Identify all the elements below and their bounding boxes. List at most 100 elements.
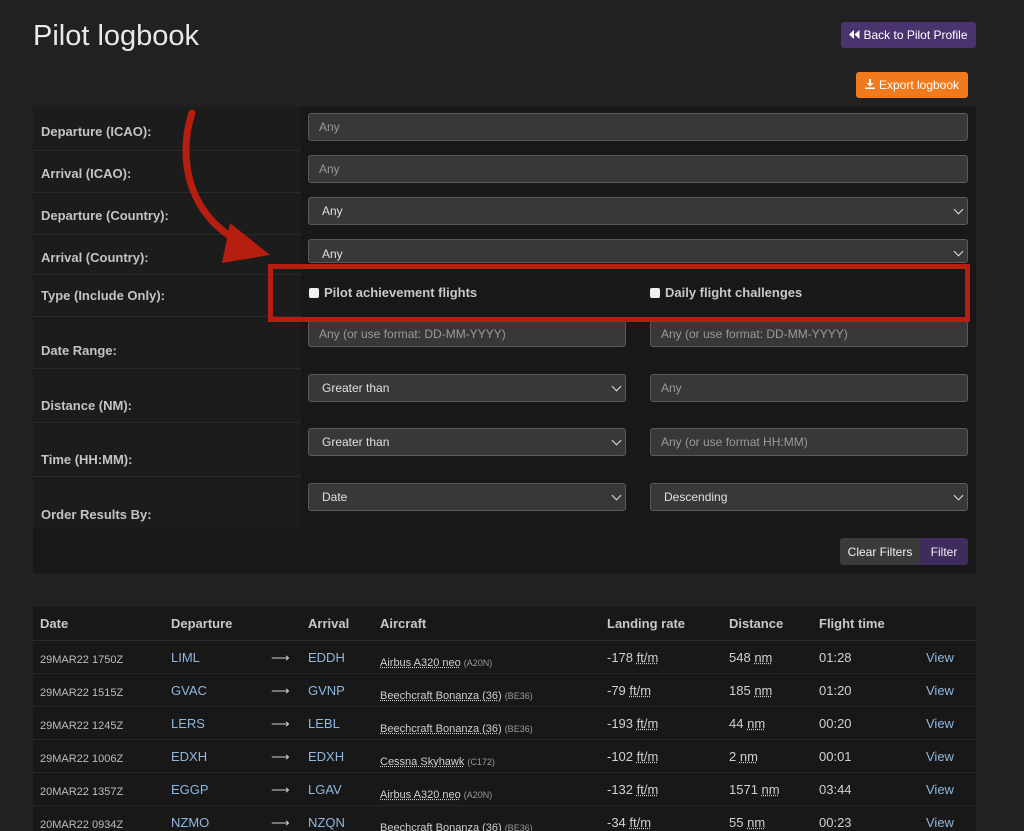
th-aircraft: Aircraft — [380, 616, 426, 631]
aircraft-code: (A20N) — [464, 658, 493, 668]
chevron-down-icon — [612, 491, 622, 501]
chevron-down-icon — [612, 436, 622, 446]
row-view-link[interactable]: View — [926, 782, 954, 797]
aircraft-code: (A20N) — [464, 790, 493, 800]
row-aircraft: Cessna Skyhawk (C172) — [380, 753, 495, 768]
row-distance: 55 nm — [729, 815, 765, 830]
export-button-label: Export logbook — [879, 78, 959, 92]
row-arrival-link[interactable]: GVNP — [308, 683, 345, 698]
row-divider — [33, 368, 301, 369]
departure-icao-input[interactable]: Any — [308, 113, 968, 141]
chevron-down-icon — [954, 491, 964, 501]
row-divider — [33, 422, 301, 423]
row-divider — [33, 476, 301, 477]
download-icon — [865, 78, 875, 92]
arrival-country-select[interactable]: Any — [308, 239, 968, 263]
distance-value-input[interactable]: Any — [650, 374, 968, 402]
time-label: Time (HH:MM): — [41, 452, 132, 467]
row-departure-link[interactable]: GVAC — [171, 683, 207, 698]
rate-unit: ft/m — [629, 815, 651, 830]
order-field-select[interactable]: Date — [308, 483, 626, 511]
row-divider — [33, 274, 301, 275]
row-arrival-link[interactable]: LGAV — [308, 782, 342, 797]
arrow-right-icon: ⟶ — [271, 716, 290, 732]
row-flight-time: 03:44 — [819, 782, 852, 797]
row-departure-link[interactable]: EGGP — [171, 782, 209, 797]
export-logbook-button[interactable]: Export logbook — [856, 72, 968, 98]
th-distance: Distance — [729, 616, 783, 631]
row-view-link[interactable]: View — [926, 650, 954, 665]
aircraft-code: (BE36) — [505, 823, 533, 831]
chevron-down-icon — [612, 382, 622, 392]
back-to-profile-button[interactable]: Back to Pilot Profile — [841, 22, 976, 48]
aircraft-code: (C172) — [467, 757, 495, 767]
departure-country-select[interactable]: Any — [308, 197, 968, 225]
aircraft-name: Beechcraft Bonanza (36) — [380, 723, 502, 735]
highlight-box — [268, 264, 970, 322]
row-arrival-link[interactable]: EDXH — [308, 749, 344, 764]
row-arrival-link[interactable]: EDDH — [308, 650, 345, 665]
departure-icao-label: Departure (ICAO): — [41, 124, 152, 139]
arrival-country-label: Arrival (Country): — [41, 250, 149, 265]
aircraft-name: Airbus A320 neo — [380, 657, 461, 669]
rate-unit: ft/m — [637, 650, 659, 665]
distance-unit: nm — [747, 815, 765, 830]
clear-filters-button[interactable]: Clear Filters — [840, 538, 920, 565]
row-view-link[interactable]: View — [926, 716, 954, 731]
order-direction-select[interactable]: Descending — [650, 483, 968, 511]
row-distance: 548 nm — [729, 650, 772, 665]
distance-unit: nm — [740, 749, 758, 764]
aircraft-name: Cessna Skyhawk — [380, 756, 464, 768]
distance-value: 548 — [729, 650, 751, 665]
th-date: Date — [40, 616, 68, 631]
row-aircraft: Beechcraft Bonanza (36) (BE36) — [380, 687, 533, 702]
row-date: 20MAR22 1357Z — [40, 786, 123, 798]
row-aircraft: Beechcraft Bonanza (36) (BE36) — [380, 819, 533, 831]
arrival-icao-input[interactable]: Any — [308, 155, 968, 183]
departure-country-value: Any — [322, 204, 343, 218]
row-departure-link[interactable]: EDXH — [171, 749, 207, 764]
row-view-link[interactable]: View — [926, 815, 954, 830]
row-landing-rate: -79 ft/m — [607, 683, 651, 698]
row-date: 29MAR22 1515Z — [40, 687, 123, 699]
row-arrival-link[interactable]: LEBL — [308, 716, 340, 731]
row-departure-link[interactable]: LIML — [171, 650, 200, 665]
row-flight-time: 00:20 — [819, 716, 852, 731]
back-button-label: Back to Pilot Profile — [863, 28, 967, 42]
filter-button[interactable]: Filter — [920, 538, 968, 565]
arrow-right-icon: ⟶ — [271, 782, 290, 798]
departure-country-label: Departure (Country): — [41, 208, 169, 223]
row-aircraft: Beechcraft Bonanza (36) (BE36) — [380, 720, 533, 735]
row-flight-time: 00:01 — [819, 749, 852, 764]
time-operator-select[interactable]: Greater than — [308, 428, 626, 456]
th-landing-rate: Landing rate — [607, 616, 685, 631]
arrow-right-icon: ⟶ — [271, 749, 290, 765]
row-landing-rate: -132 ft/m — [607, 782, 658, 797]
row-flight-time: 00:23 — [819, 815, 852, 830]
row-view-link[interactable]: View — [926, 749, 954, 764]
row-landing-rate: -178 ft/m — [607, 650, 658, 665]
row-flight-time: 01:28 — [819, 650, 852, 665]
distance-operator-select[interactable]: Greater than — [308, 374, 626, 402]
row-arrival-link[interactable]: NZQN — [308, 815, 345, 830]
order-direction-value: Descending — [664, 490, 727, 504]
rate-unit: ft/m — [629, 683, 651, 698]
arrival-country-value: Any — [322, 247, 343, 261]
row-landing-rate: -193 ft/m — [607, 716, 658, 731]
distance-value: 44 — [729, 716, 743, 731]
distance-value: 55 — [729, 815, 743, 830]
distance-value: 2 — [729, 749, 736, 764]
row-date: 29MAR22 1750Z — [40, 654, 123, 666]
row-departure-link[interactable]: LERS — [171, 716, 205, 731]
row-landing-rate: -34 ft/m — [607, 815, 651, 830]
row-departure-link[interactable]: NZMO — [171, 815, 209, 830]
date-from-input[interactable]: Any (or use format: DD-MM-YYYY) — [308, 321, 626, 347]
rate-unit: ft/m — [637, 749, 659, 764]
row-view-link[interactable]: View — [926, 683, 954, 698]
date-to-input[interactable]: Any (or use format: DD-MM-YYYY) — [650, 321, 968, 347]
order-field-value: Date — [322, 490, 347, 504]
distance-unit: nm — [754, 683, 772, 698]
row-flight-time: 01:20 — [819, 683, 852, 698]
time-value-input[interactable]: Any (or use format HH:MM) — [650, 428, 968, 456]
distance-value: 1571 — [729, 782, 758, 797]
